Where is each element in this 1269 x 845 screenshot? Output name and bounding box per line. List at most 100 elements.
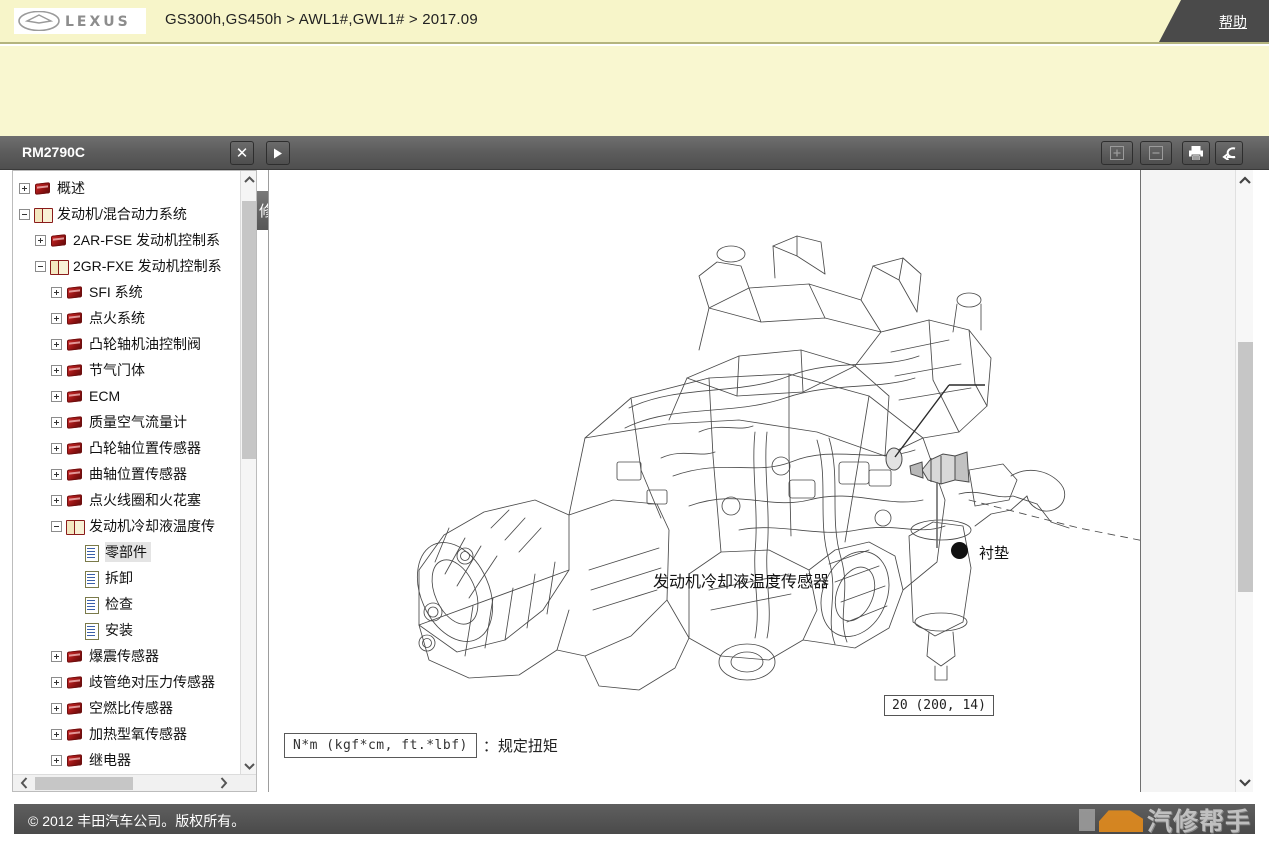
copyright-text: © 2012 丰田汽车公司。版权所有。 [28, 813, 246, 829]
tree-item-label: 零部件 [105, 542, 151, 562]
tree-item[interactable]: 发动机/混合动力系统 [13, 201, 241, 227]
tree-item[interactable]: 凸轮轴机油控制阀 [13, 331, 241, 357]
expand-icon[interactable] [19, 182, 30, 194]
tree-vertical-scrollbar[interactable] [240, 171, 256, 774]
navigation-tree[interactable]: 概述 发动机/混合动力系统 2AR-FSE 发动机控制系 2GR-FXE 发动机控制系… [13, 171, 241, 771]
tree-item[interactable]: 歧管绝对压力传感器 [13, 669, 241, 695]
expand-icon[interactable] [51, 286, 62, 298]
tree-item[interactable]: 曲轴位置传感器 [13, 461, 241, 487]
tree-item[interactable]: 节气门体 [13, 357, 241, 383]
tree-item[interactable]: SFI 系统 [13, 279, 241, 305]
book-closed-icon [66, 311, 84, 326]
tree-item-label: 爆震传感器 [89, 648, 159, 664]
document-viewer: 衬垫 20 (200, 14) 发动机冷却液温度传感器 N*m (kgf*cm,… [268, 170, 1253, 792]
expand-icon[interactable] [51, 416, 62, 428]
tree-item-label: 凸轮轴位置传感器 [89, 440, 201, 456]
tree-item[interactable]: 安装 [13, 617, 241, 643]
scroll-right-button[interactable] [215, 775, 232, 791]
expand-icon[interactable] [51, 728, 62, 740]
scroll-left-button[interactable] [15, 775, 32, 791]
expand-icon[interactable] [51, 468, 62, 480]
application-window: LEXUS GS300h,GS450h > AWL1#,GWL1# > 2017… [0, 0, 1269, 845]
expand-icon[interactable] [51, 702, 62, 714]
book-closed-icon [66, 389, 84, 404]
tree-item[interactable]: 检查 [13, 591, 241, 617]
tree-item[interactable]: 零部件 [13, 539, 241, 565]
return-arrow-icon [1221, 147, 1235, 160]
svg-text:LEXUS: LEXUS [65, 14, 131, 30]
viewer-vertical-scrollbar[interactable] [1235, 170, 1253, 792]
book-closed-icon [66, 493, 84, 508]
print-button[interactable] [1182, 141, 1210, 165]
tree-item[interactable]: 2GR-FXE 发动机控制系 [13, 253, 241, 279]
document-page: 衬垫 20 (200, 14) 发动机冷却液温度传感器 N*m (kgf*cm,… [269, 170, 1141, 792]
tree-item[interactable]: 爆震传感器 [13, 643, 241, 669]
watermark-text: 汽修帮手 [1146, 807, 1251, 836]
lexus-logo: LEXUS [14, 8, 146, 34]
close-document-button[interactable]: ✕ [230, 141, 254, 165]
viewer-scroll-thumb[interactable] [1238, 342, 1253, 592]
tree-horizontal-scrollbar[interactable] [13, 774, 256, 791]
tree-item[interactable]: 继电器 [13, 747, 241, 771]
tree-item-label: 质量空气流量计 [89, 414, 187, 430]
tree-item[interactable]: 拆卸 [13, 565, 241, 591]
tree-item-label: 拆卸 [105, 570, 133, 586]
zoom-out-icon [1149, 146, 1163, 160]
expand-icon[interactable] [35, 234, 46, 246]
book-closed-icon [66, 285, 84, 300]
next-document-button[interactable] [266, 141, 290, 165]
tree-item-label: 曲轴位置传感器 [89, 466, 187, 482]
tree-item[interactable]: 加热型氧传感器 [13, 721, 241, 747]
navigation-tree-panel: 概述 发动机/混合动力系统 2AR-FSE 发动机控制系 2GR-FXE 发动机控制系… [12, 170, 257, 792]
tree-item[interactable]: 点火线圈和火花塞 [13, 487, 241, 513]
expand-icon[interactable] [51, 390, 62, 402]
printer-icon [1189, 145, 1203, 161]
chevron-up-icon [243, 175, 255, 183]
help-tab[interactable] [1159, 0, 1269, 42]
book-open-icon [50, 259, 69, 275]
tree-item[interactable]: 质量空气流量计 [13, 409, 241, 435]
book-closed-icon [66, 415, 84, 430]
scroll-down-button[interactable] [241, 757, 256, 774]
viewer-scroll-down-button[interactable] [1236, 772, 1254, 792]
expand-icon[interactable] [51, 676, 62, 688]
tree-item[interactable]: 概述 [13, 175, 241, 201]
tree-scroll-thumb[interactable] [242, 201, 256, 459]
tree-item[interactable]: 发动机冷却液温度传 [13, 513, 241, 539]
expand-icon[interactable] [51, 312, 62, 324]
tree-item[interactable]: 凸轮轴位置传感器 [13, 435, 241, 461]
expand-icon[interactable] [51, 364, 62, 376]
doc-icon [82, 544, 100, 562]
zoom-out-button[interactable] [1140, 141, 1172, 165]
expand-icon[interactable] [51, 494, 62, 506]
tree-item[interactable]: 点火系统 [13, 305, 241, 331]
app-footer: © 2012 丰田汽车公司。版权所有。 汽修帮手 [0, 800, 1269, 845]
document-id-label: RM2790C [22, 144, 86, 160]
expand-icon[interactable] [51, 650, 62, 662]
book-closed-icon [66, 467, 84, 482]
book-closed-icon [66, 753, 84, 768]
tree-item-label: 继电器 [89, 752, 131, 768]
collapse-icon[interactable] [51, 520, 62, 532]
tree-item-label: 2AR-FSE 发动机控制系 [73, 232, 221, 248]
collapse-icon[interactable] [19, 208, 30, 220]
book-closed-icon [34, 181, 52, 196]
viewer-scroll-up-button[interactable] [1236, 170, 1254, 190]
tree-item[interactable]: 2AR-FSE 发动机控制系 [13, 227, 241, 253]
tab-strip: ❯ 结果 修理手册 ❯ NCF ❯ EWD ❯ BRM [0, 94, 1269, 230]
scroll-up-button[interactable] [241, 171, 256, 188]
tree-item[interactable]: 空燃比传感器 [13, 695, 241, 721]
play-arrow-icon [274, 148, 282, 158]
zoom-in-button[interactable] [1101, 141, 1133, 165]
tree-item-label: 节气门体 [89, 362, 145, 378]
torque-note-text: ：规定扭矩 [482, 738, 558, 755]
tree-hscroll-thumb[interactable] [35, 777, 133, 790]
collapse-icon[interactable] [35, 260, 46, 272]
expand-icon[interactable] [51, 754, 62, 766]
tree-item[interactable]: ECM [13, 383, 241, 409]
expand-icon[interactable] [51, 442, 62, 454]
back-button[interactable] [1215, 141, 1243, 165]
help-tab-label[interactable]: 帮助 [1219, 12, 1247, 32]
expand-icon[interactable] [51, 338, 62, 350]
